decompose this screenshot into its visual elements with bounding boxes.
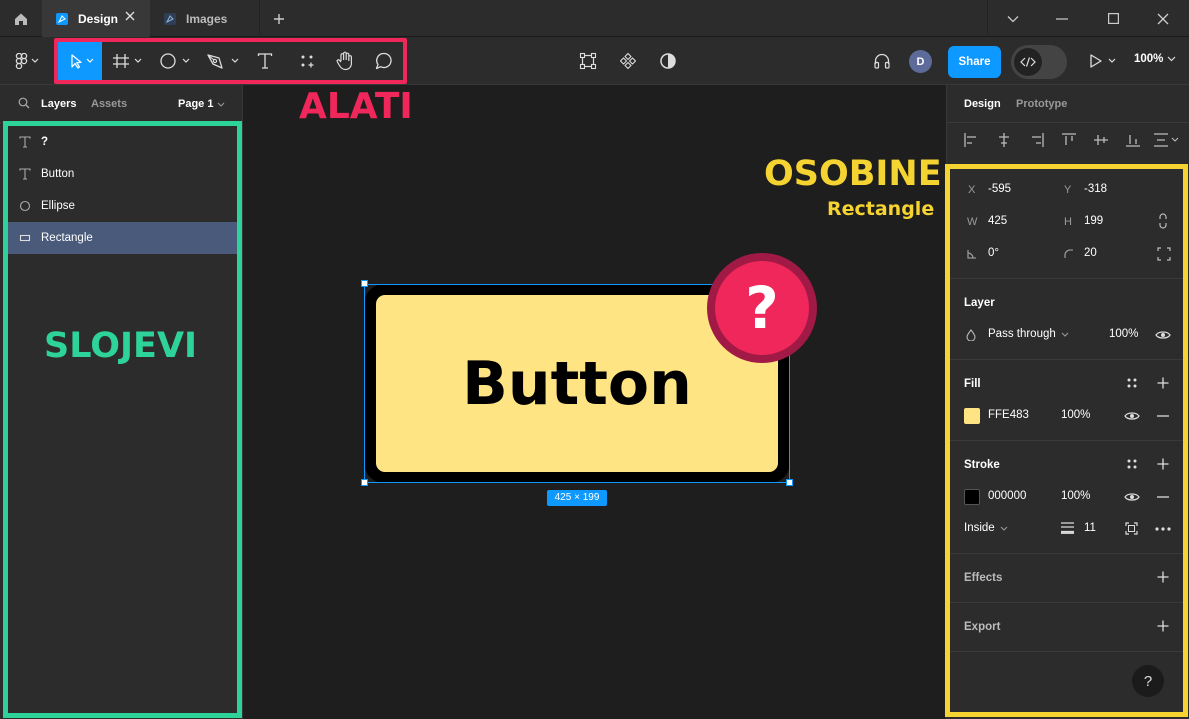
- toolbar: D Share 100%: [0, 37, 1189, 85]
- dev-mode-toggle[interactable]: [1011, 45, 1067, 79]
- pen-tool-icon[interactable]: [202, 45, 244, 77]
- tab-label: Design: [78, 11, 119, 26]
- distribute-icon[interactable]: [1153, 132, 1181, 148]
- main-menu-icon[interactable]: [8, 45, 46, 77]
- page-selector[interactable]: Page 1: [178, 98, 225, 110]
- help-badge[interactable]: ?: [707, 253, 817, 363]
- annotation-layers: SLOJEVI: [44, 326, 198, 366]
- minimize-icon[interactable]: [1037, 0, 1087, 37]
- divider: [947, 122, 1189, 123]
- tab-design[interactable]: Design: [42, 0, 150, 37]
- hand-tool-icon[interactable]: [330, 45, 360, 77]
- title-bar: Design Images: [0, 0, 1189, 37]
- headphones-icon[interactable]: [868, 45, 896, 77]
- figma-file-icon: [164, 12, 176, 25]
- figma-file-icon: [56, 12, 68, 25]
- avatar[interactable]: D: [909, 50, 932, 73]
- tab-prototype[interactable]: Prototype: [1016, 98, 1067, 110]
- maximize-icon[interactable]: [1088, 0, 1138, 37]
- annotation-properties: OSOBINE: [764, 154, 942, 194]
- align-bottom-icon[interactable]: [1125, 132, 1141, 148]
- tab-design[interactable]: Design: [964, 98, 1001, 110]
- properties-highlight-box: [945, 164, 1188, 717]
- canvas-button-text[interactable]: Button: [364, 354, 790, 414]
- chevron-down-icon: [218, 102, 225, 107]
- align-top-icon[interactable]: [1061, 132, 1077, 148]
- scale-icon[interactable]: [574, 45, 602, 77]
- help-mark: ?: [715, 261, 809, 355]
- comment-tool-icon[interactable]: [369, 45, 399, 77]
- contrast-icon[interactable]: [654, 45, 682, 77]
- search-icon[interactable]: [18, 97, 30, 109]
- annotation-properties-sub: Rectangle: [827, 198, 935, 220]
- zoom-menu[interactable]: 100%: [1134, 53, 1176, 65]
- alignment-row: [963, 132, 1183, 150]
- share-button[interactable]: Share: [948, 46, 1001, 78]
- close-window-icon[interactable]: [1138, 0, 1188, 37]
- move-tool-icon[interactable]: [58, 42, 102, 80]
- layers-highlight-box: [3, 121, 242, 718]
- resize-handle[interactable]: [361, 479, 368, 486]
- resize-handle[interactable]: [786, 479, 793, 486]
- align-center-horizontal-icon[interactable]: [996, 132, 1012, 148]
- frame-tool-icon[interactable]: [108, 45, 148, 77]
- close-tab-icon[interactable]: [125, 11, 135, 21]
- chevron-down-icon: [1167, 56, 1176, 62]
- chevron-down-icon[interactable]: [987, 0, 1037, 37]
- align-right-icon[interactable]: [1029, 132, 1045, 148]
- text-tool-icon[interactable]: [250, 45, 280, 77]
- tab-layers[interactable]: Layers: [41, 98, 76, 110]
- new-tab-icon[interactable]: [262, 0, 296, 37]
- code-icon: [1014, 48, 1042, 76]
- present-icon[interactable]: [1086, 45, 1120, 77]
- resize-handle[interactable]: [361, 280, 368, 287]
- home-icon[interactable]: [0, 0, 42, 37]
- annotation-tools: ALATI: [299, 86, 413, 127]
- ellipse-tool-icon[interactable]: [156, 45, 196, 77]
- resources-icon[interactable]: [292, 45, 322, 77]
- size-label: 425 × 199: [547, 490, 607, 506]
- zoom-label: 100%: [1134, 53, 1164, 65]
- align-left-icon[interactable]: [963, 132, 979, 148]
- tab-label: Images: [186, 11, 228, 26]
- page-label: Page 1: [178, 98, 214, 110]
- tab-images[interactable]: Images: [150, 0, 260, 37]
- tab-assets[interactable]: Assets: [91, 98, 127, 110]
- component-icon[interactable]: [614, 45, 642, 77]
- align-center-vertical-icon[interactable]: [1093, 132, 1109, 148]
